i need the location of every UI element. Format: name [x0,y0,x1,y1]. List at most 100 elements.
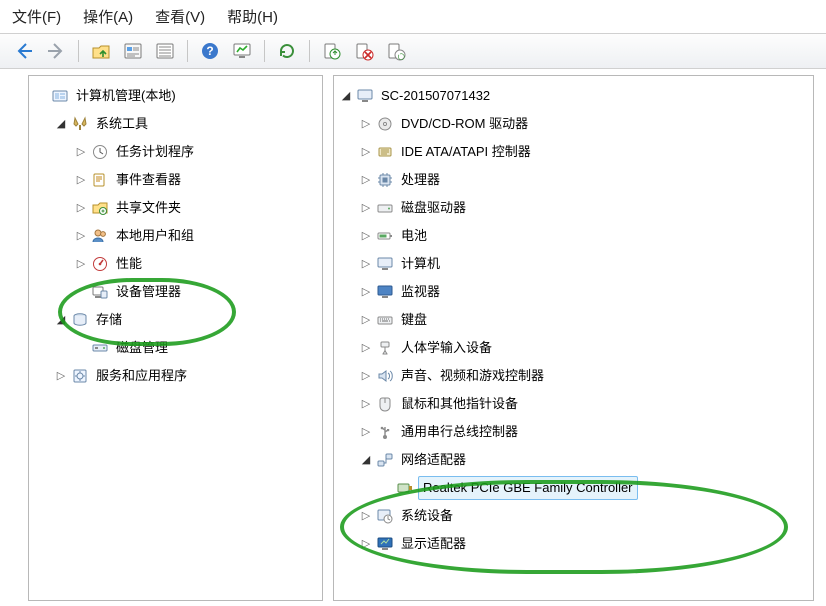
expander-icon[interactable]: ◢ [55,314,67,326]
menu-help[interactable]: 帮助(H) [227,6,278,27]
category-hid[interactable]: ▷ 人体学输入设备 [358,334,809,362]
category-processor[interactable]: ▷ 处理器 [358,166,809,194]
expander-icon[interactable]: ▷ [360,370,372,382]
expander-icon[interactable]: ◢ [55,118,67,130]
expander-icon[interactable]: ▷ [75,146,87,158]
tree-label: IDE ATA/ATAPI 控制器 [398,140,534,164]
tree-disk-management[interactable]: ▷ 磁盘管理 [73,334,318,362]
tree-services-apps[interactable]: ▷ 服务和应用程序 [53,362,318,390]
sound-icon [376,367,394,385]
category-dvd[interactable]: ▷ DVD/CD-ROM 驱动器 [358,110,809,138]
expander-icon[interactable]: ▷ [360,230,372,242]
menu-view[interactable]: 查看(V) [155,6,205,27]
tree-label: 人体学输入设备 [398,336,495,360]
device-tree[interactable]: ◢ SC-201507071432 ▷ DVD/CD-ROM 驱动器 ▷ IDE A… [338,82,809,558]
category-sound[interactable]: ▷声音、视频和游戏控制器 [358,362,809,390]
uninstall-device-button[interactable] [382,38,410,64]
expander-icon[interactable]: ▷ [75,230,87,242]
category-ide[interactable]: ▷ IDE ATA/ATAPI 控制器 [358,138,809,166]
category-mouse[interactable]: ▷ 鼠标和其他指针设备 [358,390,809,418]
device-tree-pane: ◢ SC-201507071432 ▷ DVD/CD-ROM 驱动器 ▷ IDE A… [333,75,814,601]
category-network-adapters[interactable]: ◢ 网络适配器 [358,446,809,474]
nic-icon [396,479,414,497]
expander-icon[interactable]: ▷ [360,538,372,550]
shared-folder-icon [91,199,109,217]
category-battery[interactable]: ▷电池 [358,222,809,250]
back-button[interactable] [10,38,38,64]
tree-local-users-groups[interactable]: ▷ 本地用户和组 [73,222,318,250]
expander-icon[interactable]: ◢ [360,454,372,466]
toolbar [0,33,826,69]
forward-button[interactable] [42,38,70,64]
ide-icon [376,143,394,161]
console-tree[interactable]: ▶ 计算机管理(本地) ◢ 系统工具 [33,82,318,390]
expander-icon[interactable]: ▷ [75,202,87,214]
category-system-devices[interactable]: ▷系统设备 [358,502,809,530]
disable-device-button[interactable] [350,38,378,64]
tree-label: 计算机管理(本地) [73,84,179,108]
clock-icon [91,143,109,161]
category-keyboard[interactable]: ▷键盘 [358,306,809,334]
tree-label: 系统工具 [93,112,151,136]
device-manager-icon [91,283,109,301]
update-driver-button[interactable] [318,38,346,64]
tree-label: 通用串行总线控制器 [398,420,521,444]
toolbar-separator [78,40,79,62]
expander-icon[interactable]: ▷ [360,286,372,298]
expander-icon[interactable]: ▷ [360,510,372,522]
category-usb[interactable]: ▷ 通用串行总线控制器 [358,418,809,446]
expander-icon[interactable]: ▷ [55,370,67,382]
perf-icon [91,255,109,273]
device-realtek-nic[interactable]: ▷Realtek PCIe GBE Family Controller [378,474,809,502]
menu-action[interactable]: 操作(A) [83,6,133,27]
scan-hardware-button[interactable] [273,38,301,64]
tree-system-tools[interactable]: ◢ 系统工具 [53,110,318,138]
properties-sheet-button[interactable] [119,38,147,64]
tree-shared-folders[interactable]: ▷ 共享文件夹 [73,194,318,222]
storage-icon [71,311,89,329]
tree-label: DVD/CD-ROM 驱动器 [398,112,531,136]
hdd-icon [376,199,394,217]
tree-event-viewer[interactable]: ▷ 事件查看器 [73,166,318,194]
console-tree-pane: ▶ 计算机管理(本地) ◢ 系统工具 [28,75,323,601]
expander-icon[interactable]: ▷ [360,174,372,186]
computer-icon [376,255,394,273]
tree-label: 显示适配器 [398,532,469,556]
tree-performance[interactable]: ▷ 性能 [73,250,318,278]
list-view-button[interactable] [151,38,179,64]
tree-label: 共享文件夹 [113,196,184,220]
expander-icon[interactable]: ▷ [360,426,372,438]
help-button[interactable] [196,38,224,64]
expander-icon[interactable]: ◢ [340,90,352,102]
expander-icon[interactable]: ▷ [360,398,372,410]
tree-label: 网络适配器 [398,448,469,472]
expander-icon[interactable]: ▷ [360,258,372,270]
event-icon [91,171,109,189]
expander-icon[interactable]: ▷ [360,342,372,354]
up-folder-button[interactable] [87,38,115,64]
category-monitor[interactable]: ▷监视器 [358,278,809,306]
tools-icon [71,115,89,133]
expander-icon[interactable]: ▷ [75,258,87,270]
device-root[interactable]: ◢ SC-201507071432 [338,82,809,110]
menu-file[interactable]: 文件(F) [12,6,61,27]
tree-task-scheduler[interactable]: ▷ 任务计划程序 [73,138,318,166]
sysdev-icon [376,507,394,525]
show-hidden-button[interactable] [228,38,256,64]
dvd-icon [376,115,394,133]
expander-icon[interactable]: ▷ [360,202,372,214]
tree-label: 鼠标和其他指针设备 [398,392,521,416]
menu-bar: 文件(F) 操作(A) 查看(V) 帮助(H) [0,0,826,33]
expander-icon[interactable]: ▷ [360,314,372,326]
tree-storage[interactable]: ◢ 存储 [53,306,318,334]
expander-icon[interactable]: ▷ [75,174,87,186]
category-display-adapters[interactable]: ▷ 显示适配器 [358,530,809,558]
category-disk-drives[interactable]: ▷磁盘驱动器 [358,194,809,222]
expander-icon[interactable]: ▷ [360,118,372,130]
category-computer[interactable]: ▷计算机 [358,250,809,278]
computer-management-window: 文件(F) 操作(A) 查看(V) 帮助(H) ▶ [0,0,826,606]
tree-label: 处理器 [398,168,443,192]
tree-device-manager[interactable]: ▷ 设备管理器 [73,278,318,306]
tree-root-computer-management[interactable]: ▶ 计算机管理(本地) [33,82,318,110]
expander-icon[interactable]: ▷ [360,146,372,158]
